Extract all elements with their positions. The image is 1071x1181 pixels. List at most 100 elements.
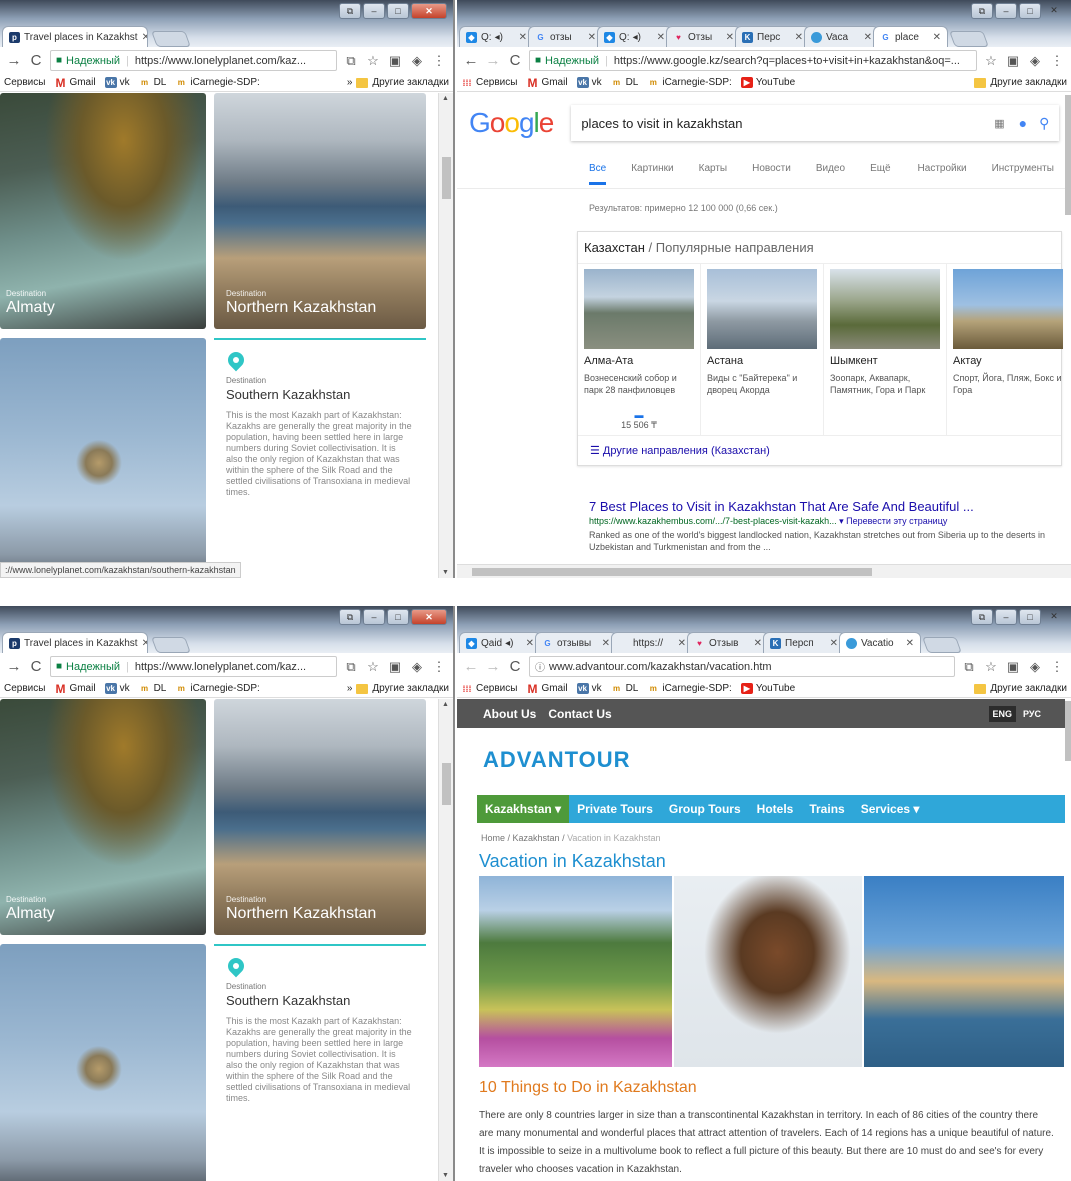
tab-5[interactable]: K Персп ✕: [763, 632, 845, 653]
extension-icon-2[interactable]: ◈: [409, 53, 425, 69]
maximize-button[interactable]: □: [1019, 609, 1041, 625]
scrollbar-thumb[interactable]: [1065, 95, 1071, 215]
restore-icon[interactable]: ⧉: [971, 609, 993, 625]
extension-icon[interactable]: ▣: [1005, 659, 1021, 675]
bookmark-star-icon[interactable]: ☆: [983, 659, 999, 675]
tab-4[interactable]: ♥ Отзы ✕: [666, 26, 741, 47]
bookmark-icarnegie[interactable]: m iCarnegie-SDP:: [647, 683, 732, 694]
menu-dots-icon[interactable]: ⋮: [1049, 659, 1065, 675]
close-window-button[interactable]: ✕: [411, 3, 447, 19]
address-bar[interactable]: ■ Надежный | https://www.lonelyplanet.co…: [50, 50, 337, 71]
close-window-button[interactable]: ✕: [1043, 609, 1065, 625]
close-tab-icon[interactable]: ✕: [929, 32, 941, 43]
menu-dots-icon[interactable]: ⋮: [431, 53, 447, 69]
keyboard-icon[interactable]: ▦: [994, 117, 1004, 130]
tab-2[interactable]: Gотзывы ✕: [535, 632, 617, 653]
forward-icon[interactable]: →: [6, 658, 22, 675]
bookmark-vk[interactable]: vk vk: [104, 683, 130, 694]
bookmark-star-icon[interactable]: ☆: [365, 659, 381, 675]
close-tab-icon[interactable]: ✕: [653, 32, 665, 43]
tab-3[interactable]: https:// ✕: [611, 632, 693, 653]
destination-shymkent[interactable]: Шымкент Зоопарк, Аквапарк, Памятник, Гор…: [824, 264, 947, 435]
scrollbar-thumb[interactable]: [442, 157, 451, 199]
bookmark-dl[interactable]: m DL: [139, 683, 166, 694]
extension-icon[interactable]: ▣: [387, 659, 403, 675]
forward-icon[interactable]: →: [485, 658, 501, 675]
translate-icon[interactable]: ⧉: [343, 53, 359, 69]
card-astana-image[interactable]: [0, 338, 206, 578]
other-bookmarks[interactable]: Другие закладки: [990, 683, 1067, 694]
menu-kazakhstan[interactable]: Kazakhstan ▾: [477, 795, 570, 823]
back-icon[interactable]: ←: [463, 52, 479, 69]
maximize-button[interactable]: □: [387, 609, 409, 625]
close-tab-icon[interactable]: ✕: [902, 638, 914, 649]
card-header[interactable]: Казахстан / Популярные направления: [578, 232, 1061, 263]
extension-icon-2[interactable]: ◈: [1027, 53, 1043, 69]
forward-icon[interactable]: →: [485, 52, 501, 69]
breadcrumb-kazakhstan[interactable]: Kazakhstan: [513, 833, 560, 843]
card-northern-kazakhstan[interactable]: Destination Northern Kazakhstan: [214, 699, 426, 935]
vertical-scrollbar[interactable]: [1065, 93, 1071, 578]
result-title-link[interactable]: 7 Best Places to Visit in Kazakhstan Tha…: [589, 499, 1059, 514]
restore-icon[interactable]: ⧉: [339, 3, 361, 19]
new-tab-button[interactable]: [949, 31, 989, 47]
destination-almaty[interactable]: Алма-Ата Вознесенский собор и парк 28 па…: [578, 264, 701, 435]
tab-images[interactable]: Картинки: [631, 163, 673, 185]
reload-icon[interactable]: C: [28, 52, 44, 69]
address-bar[interactable]: ■ Надежный | https://www.google.kz/searc…: [529, 50, 977, 71]
bookmark-dl[interactable]: m DL: [611, 77, 638, 88]
menu-dots-icon[interactable]: ⋮: [1049, 53, 1065, 69]
menu-group-tours[interactable]: Group Tours: [661, 795, 749, 823]
extension-icon-2[interactable]: ◈: [409, 659, 425, 675]
scroll-up-icon[interactable]: ▲: [442, 95, 449, 102]
tab-1[interactable]: ◆ Q: ◂) ✕: [459, 26, 534, 47]
menu-services[interactable]: Services ▾: [853, 795, 928, 823]
card-northern-kazakhstan[interactable]: Destination Northern Kazakhstan: [214, 93, 426, 329]
address-bar[interactable]: ⓘ www.advantour.com/kazakhstan/vacation.…: [529, 656, 955, 677]
microphone-icon[interactable]: ●: [1019, 115, 1027, 131]
other-bookmarks[interactable]: Другие закладки: [990, 77, 1067, 88]
destination-astana[interactable]: Астана Виды с "Байтерека" и дворец Акорд…: [701, 264, 824, 435]
maximize-button[interactable]: □: [387, 3, 409, 19]
bookmark-vk[interactable]: vk vk: [576, 77, 602, 88]
close-window-button[interactable]: ✕: [411, 609, 447, 625]
tab-5[interactable]: K Перс ✕: [735, 26, 810, 47]
maximize-button[interactable]: □: [1019, 3, 1041, 19]
close-tab-icon[interactable]: ✕: [860, 32, 872, 43]
tab-tools[interactable]: Инструменты: [992, 163, 1054, 185]
bookmark-vk[interactable]: vk vk: [576, 683, 602, 694]
google-logo[interactable]: Google: [469, 107, 554, 139]
tab-news[interactable]: Новости: [752, 163, 791, 185]
address-bar[interactable]: ■ Надежный | https://www.lonelyplanet.co…: [50, 656, 337, 677]
tab-lonelyplanet[interactable]: p Travel places in Kazakhst ✕: [2, 26, 148, 47]
close-tab-icon[interactable]: ✕: [584, 32, 596, 43]
close-tab-icon[interactable]: ✕: [722, 32, 734, 43]
bookmark-services[interactable]: ⁞⁞⁞ Сервисы: [461, 683, 518, 694]
bookmark-icarnegie[interactable]: m iCarnegie-SDP:: [175, 77, 260, 88]
extension-icon-2[interactable]: ◈: [1027, 659, 1043, 675]
bookmark-services[interactable]: Сервисы: [4, 77, 45, 88]
lang-eng[interactable]: ENG: [988, 705, 1017, 722]
vertical-scrollbar[interactable]: ▲ ▼: [438, 93, 453, 578]
minimize-button[interactable]: –: [363, 3, 385, 19]
breadcrumb-home[interactable]: Home: [481, 833, 505, 843]
scroll-down-icon[interactable]: ▼: [442, 569, 449, 576]
destination-aktau[interactable]: Актау Спорт, Йога, Пляж, Бокс и Гора: [947, 264, 1069, 435]
new-tab-button[interactable]: [151, 637, 191, 653]
bookmark-gmail[interactable]: M Gmail: [526, 682, 567, 696]
tab-more[interactable]: Ещё: [870, 163, 890, 185]
card-southern-kazakhstan[interactable]: Destination Southern Kazakhstan This is …: [214, 338, 426, 578]
contact-us-link[interactable]: Contact Us: [548, 707, 611, 721]
reload-icon[interactable]: C: [507, 52, 523, 69]
close-tab-icon[interactable]: ✕: [522, 638, 534, 649]
bookmark-gmail[interactable]: M Gmail: [54, 76, 95, 90]
more-destinations-link[interactable]: ☰ Другие направления (Казахстан): [578, 435, 1061, 465]
minimize-button[interactable]: –: [363, 609, 385, 625]
restore-icon[interactable]: ⧉: [971, 3, 993, 19]
other-bookmarks[interactable]: Другие закладки: [372, 77, 449, 88]
close-tab-icon[interactable]: ✕: [750, 638, 762, 649]
card-astana-image[interactable]: [0, 944, 206, 1181]
vertical-scrollbar[interactable]: [1065, 699, 1071, 1181]
bookmark-dl[interactable]: m DL: [611, 683, 638, 694]
scrollbar-thumb[interactable]: [1065, 701, 1071, 761]
